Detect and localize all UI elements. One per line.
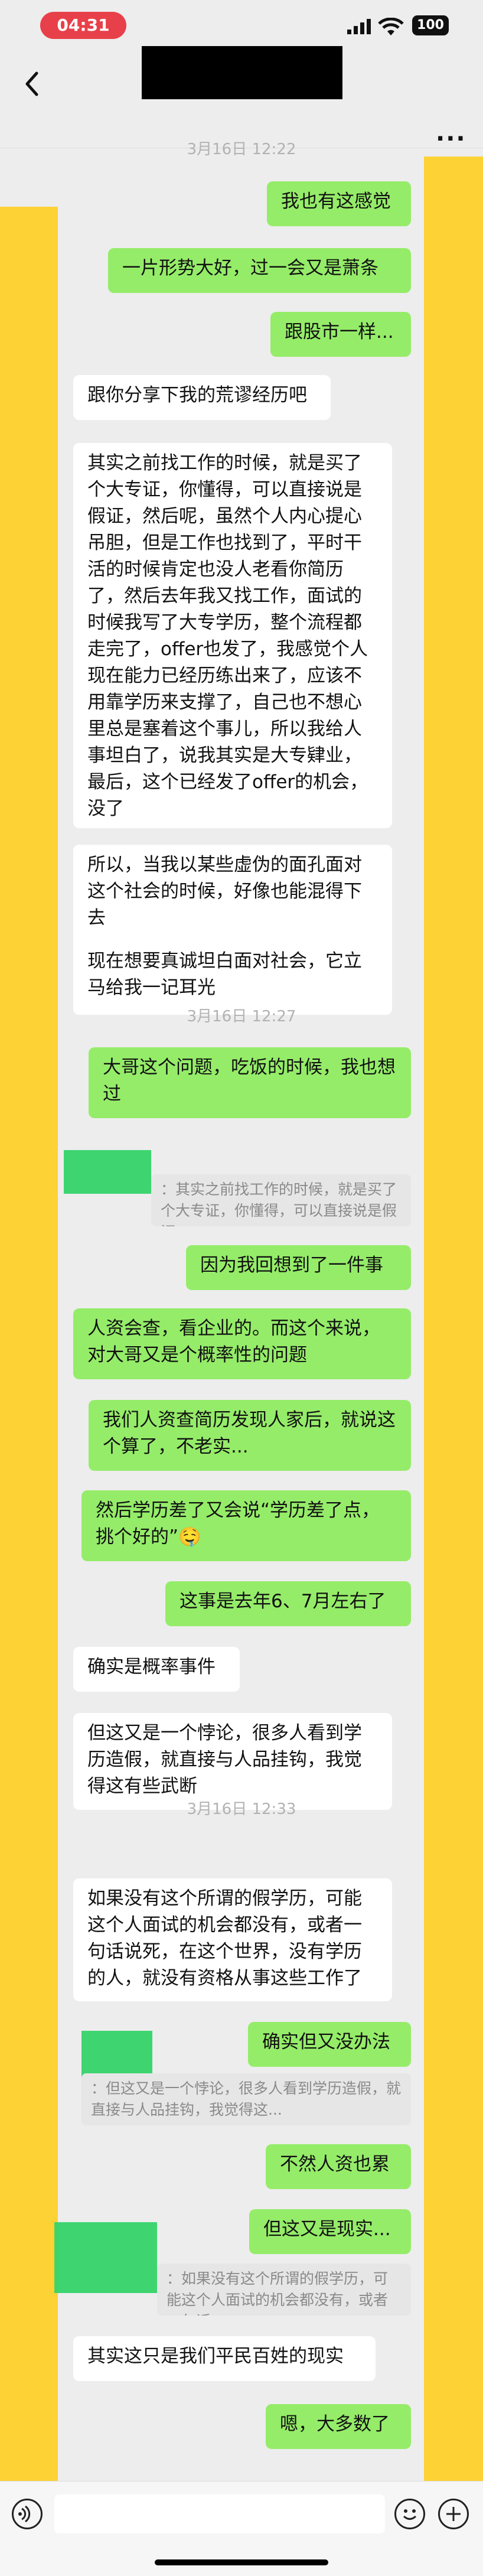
message-bubble[interactable]: 但这又是一个悖论，很多人看到学历造假，就直接与人品挂钩，我觉得这有些武断 xyxy=(73,1713,392,1810)
input-bar xyxy=(0,2481,483,2576)
back-button[interactable] xyxy=(14,66,50,102)
signal-icon xyxy=(347,19,371,34)
left-overlay-bar xyxy=(0,207,58,2481)
home-indicator xyxy=(155,2559,328,2565)
message-input[interactable] xyxy=(54,2494,385,2533)
quoted-reply[interactable]: ：其实之前找工作的时候，就是买了个大专证，你懂得，可以直接说是假证... xyxy=(151,1174,411,1226)
wifi-icon xyxy=(378,18,404,35)
message-bubble[interactable]: 然后学历差了又会说“学历差了点，挑个好的”🤤 xyxy=(81,1490,411,1561)
right-overlay-bar xyxy=(424,157,483,2481)
voice-button[interactable] xyxy=(12,2499,43,2529)
emoji-button[interactable] xyxy=(394,2499,425,2529)
message-bubble[interactable]: 我们人资查简历发现人家后，就说这个算了，不老实... xyxy=(89,1400,411,1471)
emoji-icon xyxy=(403,2509,417,2520)
contact-name-redacted xyxy=(142,46,342,99)
message-bubble[interactable]: 大哥这个问题，吃饭的时候，我也想过 xyxy=(89,1047,411,1118)
battery-indicator: 100 xyxy=(412,15,449,35)
quoted-reply[interactable]: ：但这又是一个悖论，很多人看到学历造假，就直接与人品挂钩，我觉得这... xyxy=(81,2073,411,2125)
voice-icon xyxy=(18,2505,31,2523)
redacted-block xyxy=(64,1150,151,1194)
timestamp: 3月16日 12:27 xyxy=(187,1008,296,1025)
message-bubble[interactable]: 所以，当我以某些虚伪的面孔面对这个社会的时候，好像也能混得下去 现在想要真诚坦白… xyxy=(73,845,392,1015)
quoted-reply[interactable]: ：如果没有这个所谓的假学历，可能这个人面试的机会都没有，或者一句话... xyxy=(157,2264,411,2316)
message-paragraph: 所以，当我以某些虚伪的面孔面对这个社会的时候，好像也能混得下去 xyxy=(87,854,362,929)
message-bubble[interactable]: 因为我回想到了一件事 xyxy=(186,1245,411,1290)
message-bubble[interactable]: 其实之前找工作的时候，就是买了个大专证，你懂得，可以直接说是假证，然后呢，虽然个… xyxy=(73,443,392,828)
message-bubble[interactable]: 不然人资也累 xyxy=(266,2144,411,2189)
message-bubble[interactable]: 其实这只是我们平民百姓的现实 xyxy=(73,2336,376,2381)
message-bubble[interactable]: 我也有这感觉 xyxy=(267,181,411,226)
message-bubble[interactable]: 一片形势大好，过一会又是萧条 xyxy=(108,248,411,293)
message-bubble[interactable]: 如果没有这个所谓的假学历，可能这个人面试的机会都没有，或者一句话说死，在这个世界… xyxy=(73,1878,392,2001)
redacted-block xyxy=(54,2222,157,2293)
message-bubble[interactable]: 这事是去年6、7月左右了 xyxy=(165,1581,411,1626)
message-bubble[interactable]: 跟你分享下我的荒谬经历吧 xyxy=(73,375,331,420)
message-bubble[interactable]: 嗯，大多数了 xyxy=(266,2404,411,2449)
message-bubble[interactable]: 跟股市一样... xyxy=(270,312,411,357)
message-bubble[interactable]: 但这又是现实... xyxy=(249,2209,411,2254)
add-button[interactable] xyxy=(438,2499,469,2529)
timestamp: 3月16日 12:22 xyxy=(187,141,296,158)
message-paragraph: 现在想要真诚坦白面对社会，它立马给我一记耳光 xyxy=(87,950,362,998)
timestamp: 3月16日 12:33 xyxy=(187,1800,296,1818)
message-bubble[interactable]: 确实是概率事件 xyxy=(73,1647,240,1692)
chevron-left-icon xyxy=(25,71,38,96)
message-bubble[interactable]: 人资会查，看企业的。而这个来说，对大哥又是个概率性的问题 xyxy=(73,1308,411,1379)
plus-icon xyxy=(446,2507,461,2521)
status-time: 04:31 xyxy=(40,12,126,39)
message-bubble[interactable]: 确实但又没办法 xyxy=(248,2022,411,2067)
